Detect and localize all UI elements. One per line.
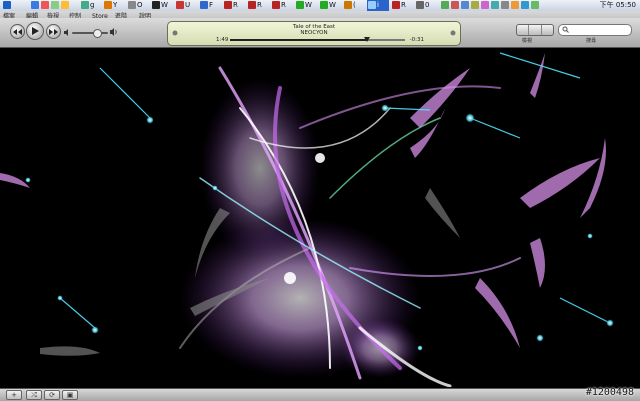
browser-icon xyxy=(81,1,89,9)
glow-burst xyxy=(200,78,320,258)
volume-high-icon xyxy=(110,28,117,36)
taskbar-item[interactable] xyxy=(2,0,12,11)
next-button[interactable] xyxy=(46,24,61,39)
view-buttons xyxy=(516,24,554,36)
remaining-time: -0:31 xyxy=(409,37,424,43)
particle xyxy=(25,177,31,183)
volume-low-icon xyxy=(64,29,68,36)
progress-fill xyxy=(230,39,367,41)
view-list-button[interactable] xyxy=(517,25,530,35)
tray-icon[interactable] xyxy=(521,1,529,9)
particle xyxy=(381,104,389,112)
search-icon xyxy=(562,26,569,33)
tray-icon[interactable] xyxy=(441,1,449,9)
browser-icon xyxy=(128,1,136,9)
play-icon xyxy=(31,27,39,35)
volume-slider[interactable] xyxy=(72,32,108,34)
progress-bar[interactable] xyxy=(230,37,405,42)
player-toolbar: Tale of the East NEOCYON 1:49 -0:31 檢視 搜… xyxy=(0,18,640,48)
particle xyxy=(536,334,544,342)
browser-icon xyxy=(104,1,112,9)
tray-icon[interactable] xyxy=(531,1,539,9)
taskbar-button[interactable]: U xyxy=(175,0,190,11)
taskbar-quicklaunch[interactable] xyxy=(30,0,70,11)
next-icon xyxy=(49,28,58,35)
tray-icon[interactable] xyxy=(491,1,499,9)
particle xyxy=(284,272,296,284)
taskbar-button[interactable]: g xyxy=(80,0,94,11)
elapsed-time: 1:49 xyxy=(216,37,229,43)
taskbar-button[interactable]: W xyxy=(151,0,168,11)
view-album-button[interactable] xyxy=(529,25,542,35)
add-playlist-button[interactable]: + xyxy=(6,390,22,400)
browser-icon xyxy=(296,1,304,9)
rss-icon xyxy=(248,1,256,9)
particle xyxy=(212,185,218,191)
system-tray xyxy=(440,0,560,11)
volume-knob[interactable] xyxy=(93,29,103,38)
taskbar-button[interactable]: Y xyxy=(103,0,117,11)
rss-icon xyxy=(272,1,280,9)
view-coverflow-button[interactable] xyxy=(542,25,553,35)
tray-icon[interactable] xyxy=(481,1,489,9)
taskbar-button[interactable]: R xyxy=(223,0,238,11)
browser-icon xyxy=(176,1,184,9)
particle xyxy=(91,326,99,334)
search-input[interactable] xyxy=(558,24,632,36)
play-button[interactable] xyxy=(26,22,44,40)
taskbar-button[interactable]: W xyxy=(319,0,336,11)
folder-icon xyxy=(200,1,208,9)
search-label: 搜尋 xyxy=(586,38,597,44)
particle xyxy=(146,116,154,124)
quicklaunch-icon xyxy=(31,1,39,9)
clock: 下午 05:50 xyxy=(599,1,636,9)
visualizer-canvas xyxy=(0,52,614,387)
taskbar-button[interactable]: R xyxy=(271,0,286,11)
taskbar-button[interactable]: F xyxy=(199,0,213,11)
taskbar-button[interactable]: R xyxy=(247,0,262,11)
now-playing-display: Tale of the East NEOCYON 1:49 -0:31 xyxy=(167,21,461,46)
quicklaunch-icon xyxy=(41,1,49,9)
particle xyxy=(587,233,593,239)
quicklaunch-icon xyxy=(61,1,69,9)
particle xyxy=(57,295,63,301)
rss-icon xyxy=(392,1,400,9)
artwork-button[interactable]: ▣ xyxy=(62,390,78,400)
taskbar-button[interactable]: R xyxy=(391,0,406,11)
snapback-icon[interactable] xyxy=(450,30,456,36)
taskbar-button[interactable]: W xyxy=(295,0,312,11)
rss-icon xyxy=(224,1,232,9)
bottom-bar: + ⤮ ⟳ ▣ xyxy=(0,388,640,401)
track-artist: NEOCYON xyxy=(300,30,328,36)
taskbar-button-active[interactable]: i xyxy=(367,0,389,11)
tray-icon[interactable] xyxy=(461,1,469,9)
browser-icon xyxy=(320,1,328,9)
window-icon xyxy=(416,1,424,9)
particle xyxy=(465,113,475,123)
visualizer xyxy=(0,48,640,387)
quicklaunch-icon xyxy=(51,1,59,9)
previous-icon xyxy=(13,28,22,35)
progress-knob[interactable] xyxy=(363,37,370,42)
tray-icon[interactable] xyxy=(471,1,479,9)
taskbar-button[interactable]: 0 xyxy=(415,0,429,11)
tray-icon[interactable] xyxy=(511,1,519,9)
view-label: 檢視 xyxy=(522,38,533,44)
itunes-icon xyxy=(368,1,376,9)
repeat-button[interactable]: ⟳ xyxy=(44,390,60,400)
windows-logo-icon xyxy=(3,1,11,9)
particle xyxy=(606,319,614,327)
browser-icon xyxy=(344,1,352,9)
taskbar-button[interactable]: O xyxy=(127,0,143,11)
previous-button[interactable] xyxy=(10,24,25,39)
particle xyxy=(315,153,325,163)
watermark: #1200498 xyxy=(585,387,634,398)
particle xyxy=(417,345,423,351)
user-icon xyxy=(152,1,160,9)
tray-icon[interactable] xyxy=(451,1,459,9)
taskbar-button[interactable]: ( xyxy=(343,0,356,11)
shuffle-button[interactable]: ⤮ xyxy=(26,390,42,400)
tray-icon[interactable] xyxy=(501,1,509,9)
